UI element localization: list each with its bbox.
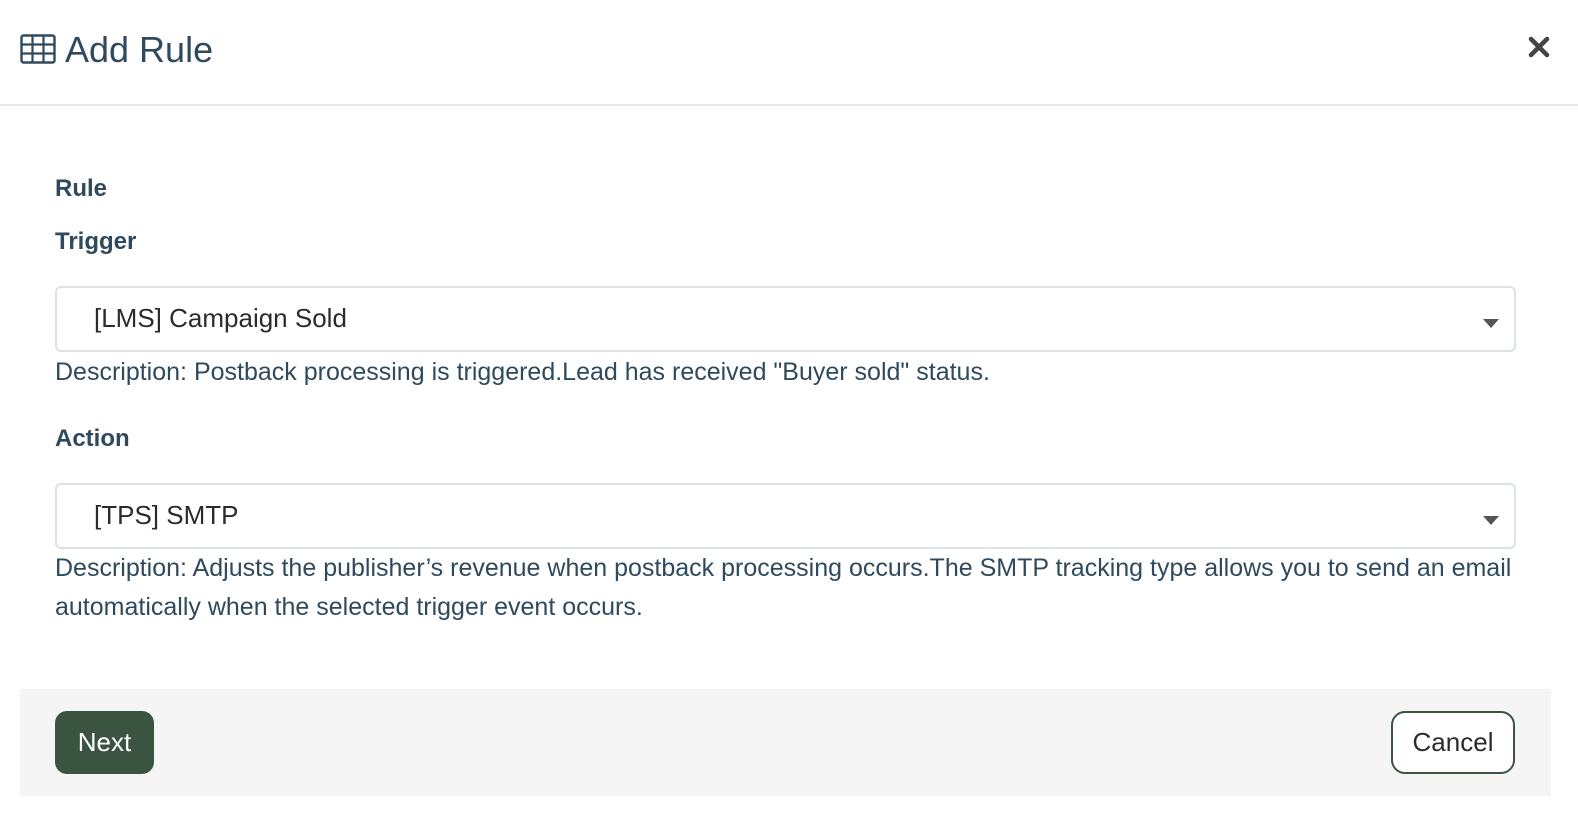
- modal-header: Add Rule: [0, 0, 1578, 106]
- table-icon: [20, 34, 56, 64]
- close-icon[interactable]: [1522, 30, 1556, 64]
- action-label: Action: [55, 425, 130, 452]
- cancel-button[interactable]: Cancel: [1391, 711, 1515, 774]
- next-button[interactable]: Next: [55, 711, 154, 774]
- trigger-select[interactable]: [LMS] Campaign Sold: [55, 286, 1516, 352]
- chevron-down-icon: [1482, 316, 1500, 328]
- chevron-down-icon: [1482, 513, 1500, 525]
- action-select[interactable]: [TPS] SMTP: [55, 483, 1516, 549]
- action-description: Description: Adjusts the publisher’s rev…: [55, 554, 1512, 621]
- modal-title: Add Rule: [65, 29, 214, 70]
- trigger-label: Trigger: [55, 228, 137, 255]
- modal-footer: Next Cancel: [20, 689, 1551, 796]
- trigger-select-value: [LMS] Campaign Sold: [94, 303, 347, 333]
- trigger-description: Description: Postback processing is trig…: [55, 358, 990, 386]
- rule-section-label: Rule: [55, 175, 108, 202]
- add-rule-modal: Add Rule Rule Trigger [LMS] Campaign Sol…: [0, 0, 1578, 818]
- action-select-value: [TPS] SMTP: [94, 500, 239, 530]
